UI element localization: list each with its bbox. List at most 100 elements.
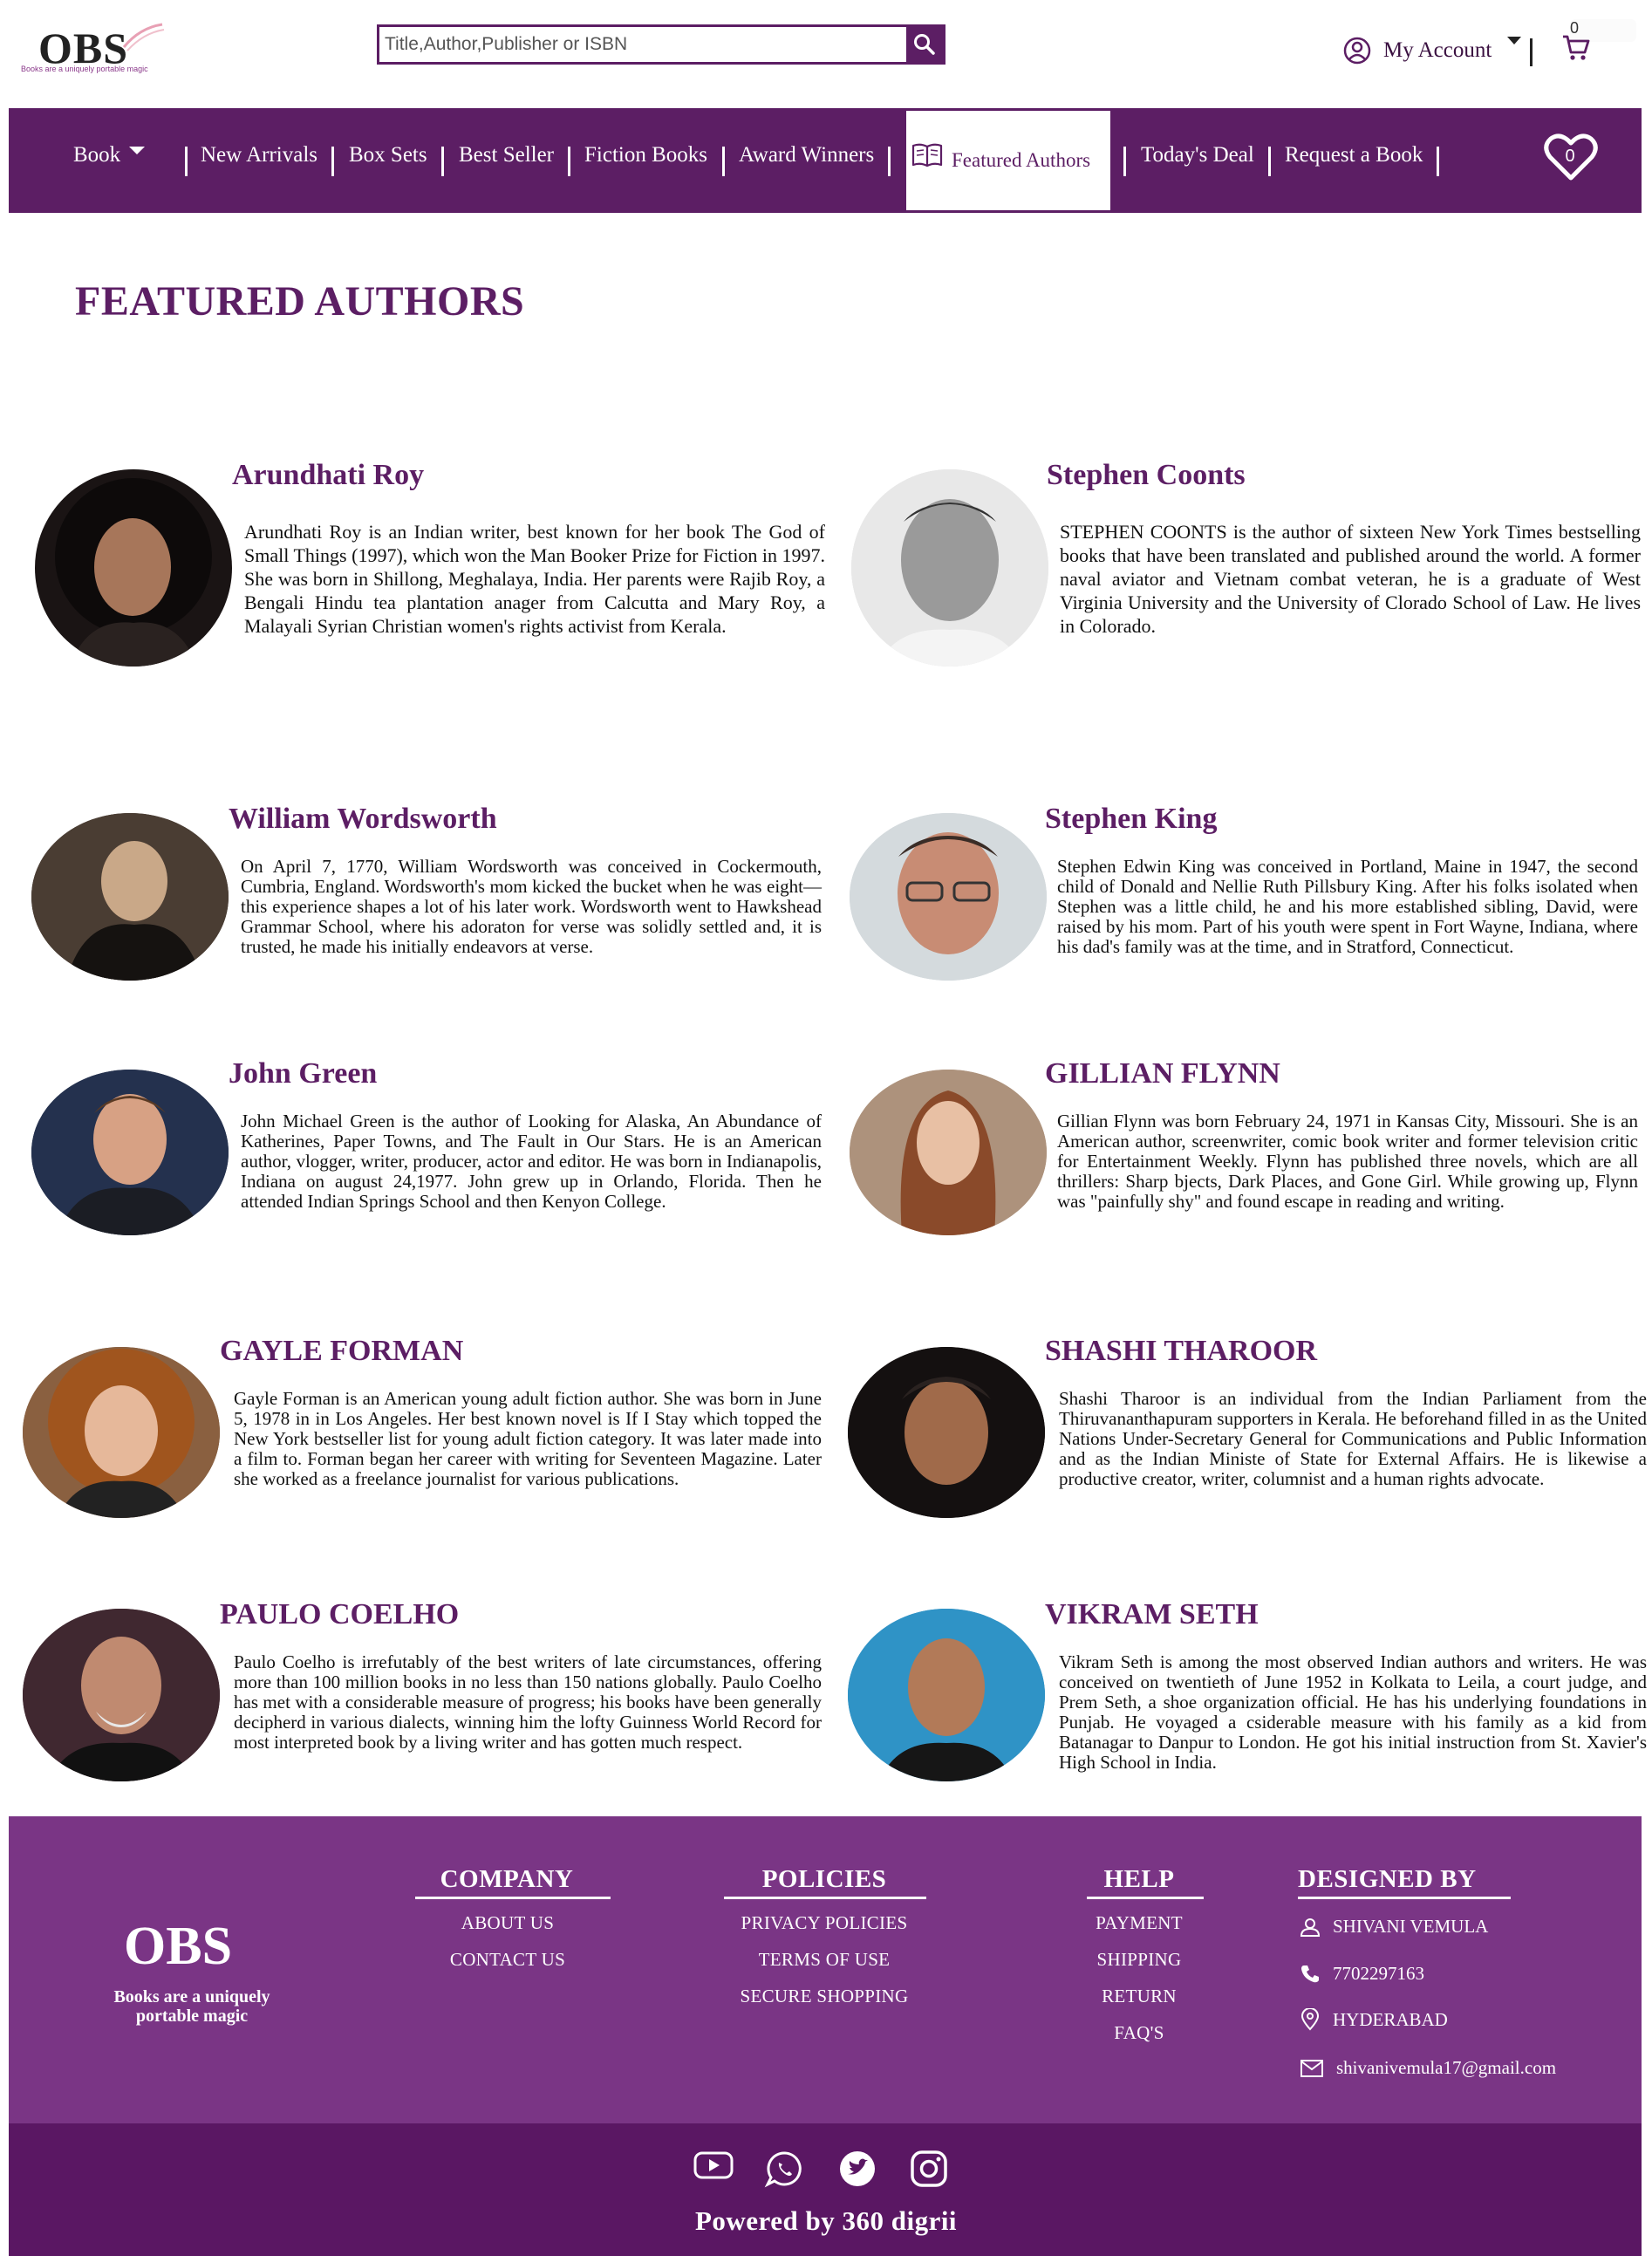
search-bar — [377, 24, 945, 65]
chevron-down-icon — [1507, 37, 1521, 44]
nav-new-arrivals[interactable]: New Arrivals — [201, 143, 317, 167]
my-account-label: My Account — [1383, 38, 1492, 62]
chevron-down-icon[interactable] — [129, 147, 145, 154]
author-photo-arundhati-roy — [35, 469, 232, 667]
author-photo-paulo-coelho — [23, 1609, 220, 1781]
nav-separator — [1268, 147, 1271, 176]
cart-button[interactable] — [1561, 33, 1591, 67]
author-photo-shashi-tharoor — [848, 1347, 1045, 1518]
nav-separator — [1123, 147, 1126, 176]
footer-link-return[interactable]: RETURN — [1069, 1986, 1209, 2007]
footer-designer-email[interactable]: shivanivemula17@gmail.com — [1300, 2057, 1556, 2079]
author-portrait-image — [850, 813, 1047, 981]
author-bio: John Michael Green is the author of Look… — [241, 1111, 822, 1212]
nav-separator — [441, 147, 444, 176]
site-logo[interactable]: OBS Books are a uniquely portable magic — [19, 19, 165, 80]
author-portrait-image — [55, 478, 212, 667]
whatsapp-icon[interactable] — [764, 2150, 806, 2188]
search-icon — [914, 34, 935, 55]
author-photo-stephen-king — [850, 813, 1047, 981]
footer-heading-underline — [1087, 1897, 1204, 1899]
author-name: John Green — [229, 1057, 378, 1090]
author-name: GAYLE FORMAN — [220, 1335, 464, 1367]
footer-designer-phone: 7702297163 — [1300, 1963, 1424, 1985]
nav-box-sets[interactable]: Box Sets — [349, 143, 427, 167]
author-photo-gayle-forman — [23, 1347, 220, 1518]
author-name: Stephen Coonts — [1047, 459, 1246, 491]
author-name: Arundhati Roy — [232, 459, 425, 491]
mail-icon — [1300, 2059, 1323, 2077]
footer-heading-company: COMPANY — [440, 1865, 574, 1893]
twitter-icon[interactable] — [837, 2150, 877, 2188]
author-portrait-image — [23, 1347, 220, 1518]
footer-link-faqs[interactable]: FAQ'S — [1069, 2022, 1209, 2044]
open-book-icon — [911, 143, 943, 167]
logo-tagline: Books are a uniquely portable magic — [21, 65, 148, 73]
nav-best-seller[interactable]: Best Seller — [459, 143, 554, 167]
page-title: FEATURED AUTHORS — [75, 278, 525, 325]
author-name: William Wordsworth — [229, 803, 497, 835]
nav-request-a-book[interactable]: Request a Book — [1285, 143, 1423, 167]
footer-link-contact-us[interactable]: CONTACT US — [415, 1949, 600, 1971]
wishlist-count: 0 — [1565, 147, 1575, 166]
search-input[interactable] — [379, 27, 906, 62]
footer-heading-underline — [415, 1897, 611, 1899]
author-bio: Shashi Tharoor is an individual from the… — [1059, 1388, 1647, 1489]
nav-fiction-books[interactable]: Fiction Books — [584, 143, 707, 167]
footer-link-terms-of-use[interactable]: TERMS OF USE — [715, 1949, 933, 1971]
author-name: Stephen King — [1045, 803, 1218, 835]
header-divider — [1530, 38, 1533, 66]
search-button[interactable] — [906, 27, 943, 62]
author-bio: Paulo Coelho is irrefutably of the best … — [234, 1651, 822, 1753]
user-circle-icon — [1343, 37, 1371, 65]
author-name: GILLIAN FLYNN — [1045, 1057, 1280, 1090]
powered-by-text: Powered by 360 digrii — [694, 2205, 958, 2236]
nav-separator — [331, 147, 334, 176]
author-photo-stephen-coonts — [851, 469, 1048, 667]
footer-link-secure-shopping[interactable]: SECURE SHOPPING — [715, 1986, 933, 2007]
nav-featured-authors[interactable]: Featured Authors — [906, 111, 1110, 210]
footer-link-privacy-policies[interactable]: PRIVACY POLICIES — [715, 1912, 933, 1934]
nav-separator — [722, 147, 725, 176]
footer-heading-underline — [1298, 1897, 1511, 1899]
logo-swoosh-icon — [122, 23, 165, 51]
author-photo-gillian-flynn — [850, 1070, 1047, 1235]
footer-link-about-us[interactable]: ABOUT US — [415, 1912, 600, 1934]
author-bio: On April 7, 1770, William Wordsworth was… — [241, 856, 822, 957]
nav-separator — [568, 147, 570, 176]
footer-designer-phone-text: 7702297163 — [1333, 1963, 1424, 1984]
author-portrait-image — [31, 813, 229, 981]
author-photo-william-wordsworth — [31, 813, 229, 981]
footer-designer-location: HYDERABAD — [1300, 2008, 1448, 2031]
footer-tagline: Books are a uniquely portable magic — [113, 1987, 270, 2026]
footer-heading-help: HELP — [1103, 1865, 1175, 1893]
footer-heading-underline — [724, 1897, 926, 1899]
author-photo-vikram-seth — [848, 1609, 1045, 1781]
instagram-icon[interactable] — [909, 2150, 949, 2188]
author-bio: Arundhati Roy is an Indian writer, best … — [244, 521, 825, 637]
author-bio: Stephen Edwin King was conceived in Port… — [1057, 856, 1638, 957]
author-photo-john-green — [31, 1070, 229, 1235]
youtube-icon[interactable] — [693, 2150, 734, 2181]
person-icon — [1300, 1918, 1321, 1937]
footer-designer-location-text: HYDERABAD — [1333, 2008, 1448, 2030]
nav-award-winners[interactable]: Award Winners — [739, 143, 874, 167]
shopping-cart-icon — [1563, 35, 1590, 60]
footer-logo: OBS — [124, 1917, 233, 1976]
my-account-menu[interactable]: My Account — [1343, 33, 1521, 68]
footer-heading-policies: POLICIES — [761, 1865, 887, 1893]
author-portrait-image — [851, 469, 1048, 667]
footer-link-payment[interactable]: PAYMENT — [1069, 1912, 1209, 1934]
nav-todays-deal[interactable]: Today's Deal — [1141, 143, 1254, 167]
nav-book[interactable]: Book — [73, 143, 120, 167]
phone-icon — [1301, 1965, 1319, 1982]
author-bio: Vikram Seth is among the most observed I… — [1059, 1651, 1647, 1773]
main-nav: Book New Arrivals Box Sets Best Seller F… — [9, 108, 1642, 213]
footer-link-shipping[interactable]: SHIPPING — [1069, 1949, 1209, 1971]
author-portrait-image — [850, 1070, 1047, 1235]
footer-heading-designed-by: DESIGNED BY — [1298, 1865, 1477, 1893]
nav-separator — [1437, 147, 1439, 176]
location-pin-icon — [1300, 2008, 1320, 2031]
author-bio: STEPHEN COONTS is the author of sixteen … — [1060, 521, 1641, 637]
footer-designer-name: SHIVANI VEMULA — [1300, 1916, 1488, 1938]
